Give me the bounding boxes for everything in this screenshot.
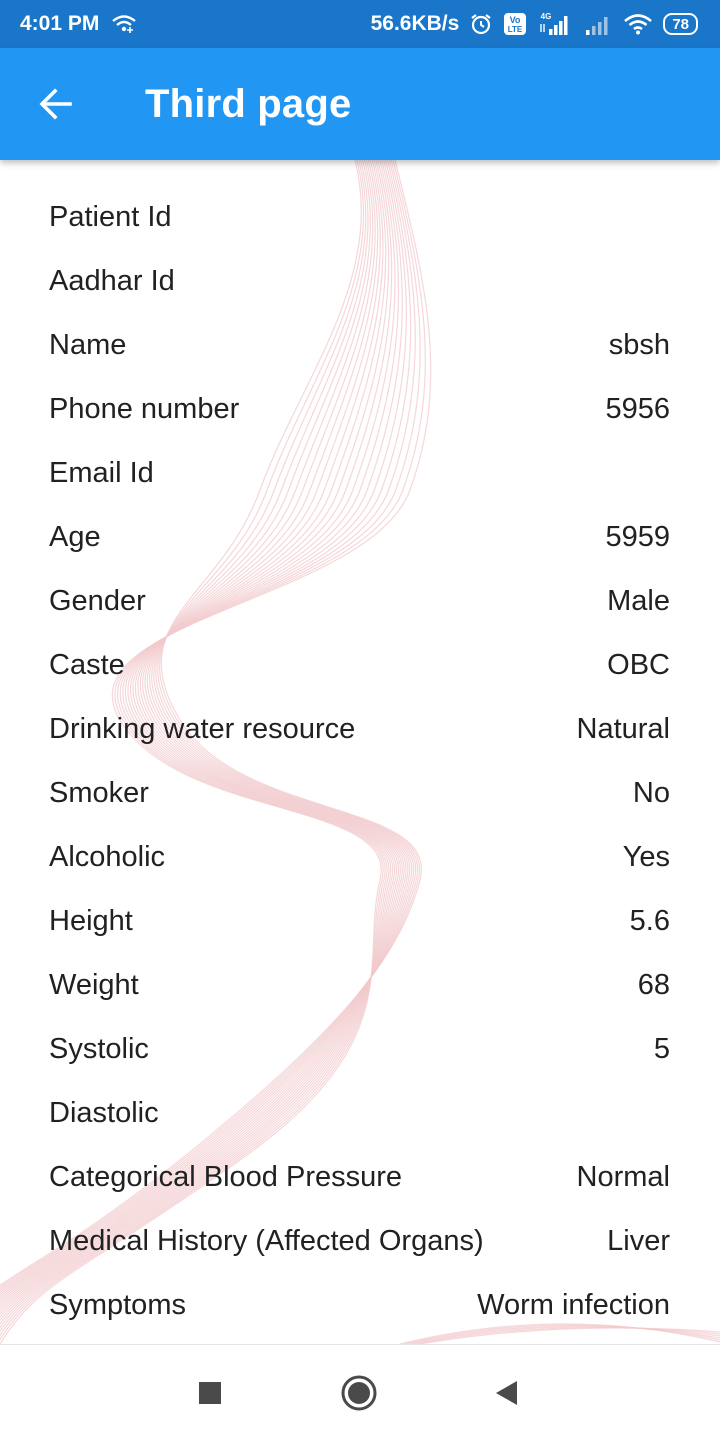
detail-value: Normal [576, 1160, 670, 1193]
detail-label: Symptoms [49, 1288, 186, 1321]
detail-label: Drinking water resource [49, 712, 356, 745]
home-circle-icon [340, 1374, 378, 1412]
detail-label: Weight [49, 968, 139, 1001]
detail-label: Aadhar Id [49, 264, 175, 297]
detail-label: Diastolic [49, 1096, 159, 1129]
detail-value: 68 [637, 968, 670, 1001]
detail-label: Gender [49, 584, 146, 617]
navigation-bar [0, 1344, 720, 1440]
detail-value: sbsh [608, 328, 670, 361]
detail-label: Patient Id [49, 200, 172, 233]
svg-text:4G: 4G [541, 12, 552, 21]
signal-4g-icon: 4G [537, 11, 573, 37]
detail-value: No [632, 776, 670, 809]
detail-value: Natural [576, 712, 671, 745]
wifi-call-icon [111, 13, 137, 35]
network-speed: 56.6KB/s [370, 12, 460, 35]
arrow-back-icon [38, 86, 74, 122]
detail-label: Categorical Blood Pressure [49, 1160, 403, 1193]
detail-value: Worm infection [477, 1288, 670, 1321]
status-bar: 4:01 PM 56.6KB/s Vo LTE 4G 78 [0, 0, 720, 48]
detail-row: Phone number 5956 [49, 377, 670, 441]
recents-square-icon [198, 1381, 222, 1405]
detail-label: Email Id [49, 456, 154, 489]
recents-button[interactable] [160, 1345, 260, 1440]
detail-row: Smoker No [49, 761, 670, 825]
detail-label: Name [49, 328, 127, 361]
detail-label: Systolic [49, 1032, 149, 1065]
svg-text:LTE: LTE [508, 25, 523, 34]
detail-row: Medical History (Affected Organs) Liver [49, 1209, 670, 1273]
detail-value: OBC [607, 648, 670, 681]
battery-level: 78 [672, 15, 689, 33]
detail-row: Email Id [49, 441, 670, 505]
detail-value: 5.6 [629, 904, 670, 937]
detail-row: Drinking water resource Natural [49, 697, 670, 761]
detail-row: Height 5.6 [49, 889, 670, 953]
detail-row: Symptoms Worm infection [49, 1273, 670, 1337]
status-time: 4:01 PM [20, 12, 100, 35]
detail-label: Smoker [49, 776, 149, 809]
detail-label: Age [49, 520, 101, 553]
home-button[interactable] [309, 1345, 409, 1440]
svg-text:Vo: Vo [510, 15, 521, 25]
detail-value: Liver [607, 1224, 670, 1257]
alarm-icon [469, 12, 493, 36]
detail-label: Caste [49, 648, 125, 681]
signal-icon [583, 12, 613, 36]
detail-row: Caste OBC [49, 633, 670, 697]
detail-label: Height [49, 904, 133, 937]
detail-row: Weight 68 [49, 953, 670, 1017]
app-bar: Third page [0, 48, 720, 160]
detail-row: Systolic 5 [49, 1017, 670, 1081]
detail-row: Name sbsh [49, 313, 670, 377]
battery-icon: 78 [663, 13, 698, 35]
detail-row: Age 5959 [49, 505, 670, 569]
detail-row: Aadhar Id [49, 249, 670, 313]
detail-row: Patient Id [49, 185, 670, 249]
wifi-icon [623, 12, 653, 36]
detail-label: Medical History (Affected Organs) [49, 1224, 484, 1257]
details-list[interactable]: Patient Id Aadhar Id Name sbsh Phone number 5… [0, 160, 720, 1344]
detail-label: Alcoholic [49, 840, 166, 873]
detail-value: Male [607, 584, 670, 617]
volte-icon: Vo LTE [503, 12, 527, 36]
detail-row: Alcoholic Yes [49, 825, 670, 889]
back-triangle-icon [493, 1379, 519, 1407]
detail-row: Gender Male [49, 569, 670, 633]
details-rows: Patient Id Aadhar Id Name sbsh Phone number 5… [49, 185, 670, 1337]
detail-label: Phone number [49, 392, 240, 425]
detail-row: Categorical Blood Pressure Normal [49, 1145, 670, 1209]
system-back-button[interactable] [456, 1345, 556, 1440]
detail-value: Yes [622, 840, 670, 873]
detail-row: Diastolic [49, 1081, 670, 1145]
page-title: Third page [145, 81, 352, 126]
detail-value: 5959 [605, 520, 670, 553]
detail-value: 5956 [605, 392, 670, 425]
back-button[interactable] [0, 48, 112, 160]
detail-value: 5 [653, 1032, 670, 1065]
